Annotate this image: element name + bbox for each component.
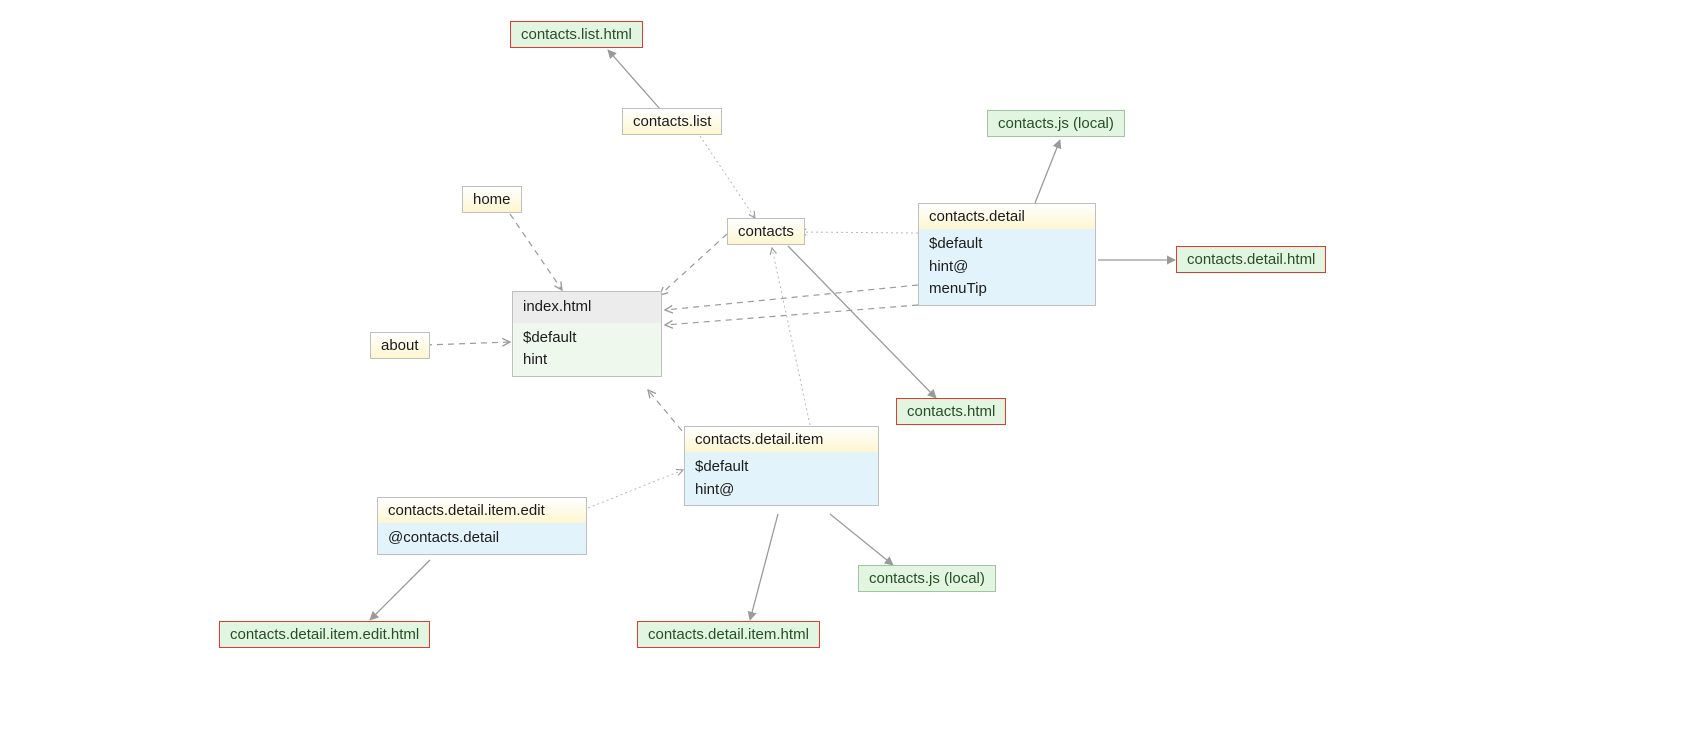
node-contacts-detail-item[interactable]: contacts.detail.item $default hint@	[684, 426, 879, 506]
node-contacts-list[interactable]: contacts.list	[622, 108, 722, 135]
node-title: contacts.detail.html	[1177, 247, 1325, 272]
node-row: $default	[523, 327, 651, 350]
node-contacts[interactable]: contacts	[727, 218, 805, 245]
node-row: hint@	[929, 256, 1085, 279]
node-title: contacts.list	[623, 109, 721, 134]
node-contacts-detail[interactable]: contacts.detail $default hint@ menuTip	[918, 203, 1096, 306]
node-contacts-list-html[interactable]: contacts.list.html	[510, 21, 643, 48]
node-title: about	[371, 333, 429, 358]
node-contacts-detail-item-edit-html[interactable]: contacts.detail.item.edit.html	[219, 621, 430, 648]
node-title: contacts.js (local)	[859, 566, 995, 591]
node-title: contacts.detail.item.html	[638, 622, 819, 647]
node-title: contacts.js (local)	[988, 111, 1124, 136]
node-title: home	[463, 187, 521, 212]
node-header: index.html	[513, 292, 661, 323]
node-row: hint@	[695, 479, 868, 502]
node-header-text: index.html	[523, 296, 651, 319]
node-index-html[interactable]: index.html $default hint	[512, 291, 662, 377]
node-contacts-js-top[interactable]: contacts.js (local)	[987, 110, 1125, 137]
node-body: $default hint@ menuTip	[919, 229, 1095, 305]
node-contacts-detail-item-edit[interactable]: contacts.detail.item.edit @contacts.deta…	[377, 497, 587, 555]
node-row: $default	[695, 456, 868, 479]
node-contacts-js-bottom[interactable]: contacts.js (local)	[858, 565, 996, 592]
node-body: @contacts.detail	[378, 523, 586, 554]
node-body: $default hint	[513, 323, 661, 376]
node-body: $default hint@	[685, 452, 878, 505]
node-home[interactable]: home	[462, 186, 522, 213]
node-contacts-html[interactable]: contacts.html	[896, 398, 1006, 425]
node-header: contacts.detail	[919, 204, 1095, 229]
node-row: @contacts.detail	[388, 527, 576, 550]
node-title: contacts.html	[897, 399, 1005, 424]
node-row: $default	[929, 233, 1085, 256]
node-title: contacts	[728, 219, 804, 244]
node-row: hint	[523, 349, 651, 372]
node-contacts-detail-html[interactable]: contacts.detail.html	[1176, 246, 1326, 273]
node-contacts-detail-item-html[interactable]: contacts.detail.item.html	[637, 621, 820, 648]
node-title: contacts.detail.item.edit.html	[220, 622, 429, 647]
diagram-canvas: contacts.list.html contacts.list home co…	[0, 0, 1704, 732]
node-header: contacts.detail.item	[685, 427, 878, 452]
node-title: contacts.list.html	[511, 22, 642, 47]
node-about[interactable]: about	[370, 332, 430, 359]
node-row: menuTip	[929, 278, 1085, 301]
node-header: contacts.detail.item.edit	[378, 498, 586, 523]
